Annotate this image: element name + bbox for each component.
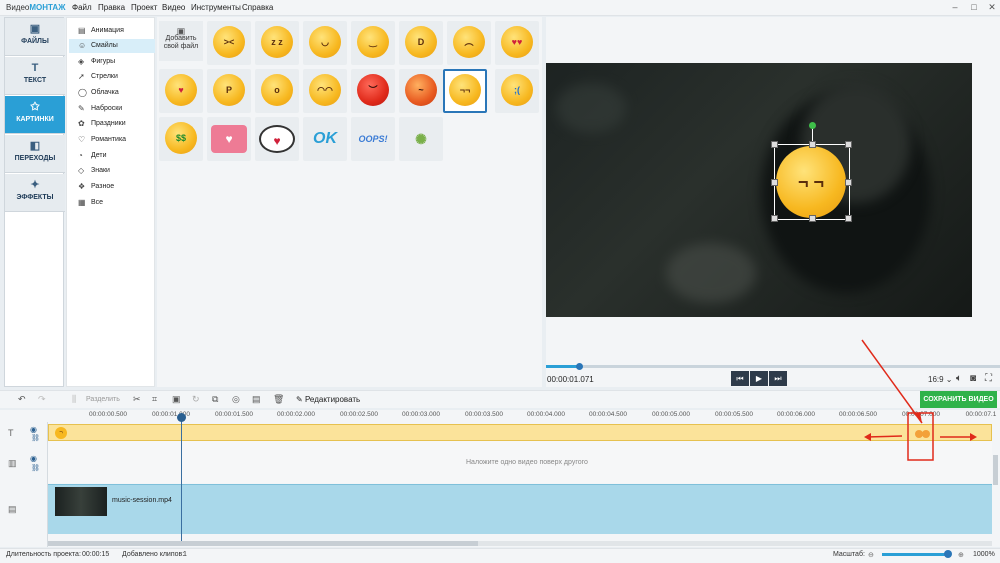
annotation-arrow-left — [865, 435, 903, 438]
zoom-label: Масштаб: — [833, 551, 865, 558]
clips-value: 1 — [183, 551, 187, 558]
annotation-arrow — [861, 339, 923, 424]
resize-right-icon[interactable] — [922, 430, 930, 438]
zoom-slider[interactable] — [882, 553, 950, 556]
duration-label: Длительность проекта: — [6, 551, 81, 558]
resize-left-icon[interactable] — [915, 430, 923, 438]
zoom-out-icon[interactable]: ⊖ — [868, 551, 874, 559]
clips-label: Добавлено клипов: — [122, 551, 185, 558]
zoom-in-icon[interactable]: ⊕ — [958, 551, 964, 559]
duration-value: 00:00:15 — [82, 551, 110, 558]
zoom-value: 1000% — [973, 551, 995, 558]
zoom-knob[interactable] — [944, 550, 952, 558]
annotation-overlay — [861, 339, 977, 461]
